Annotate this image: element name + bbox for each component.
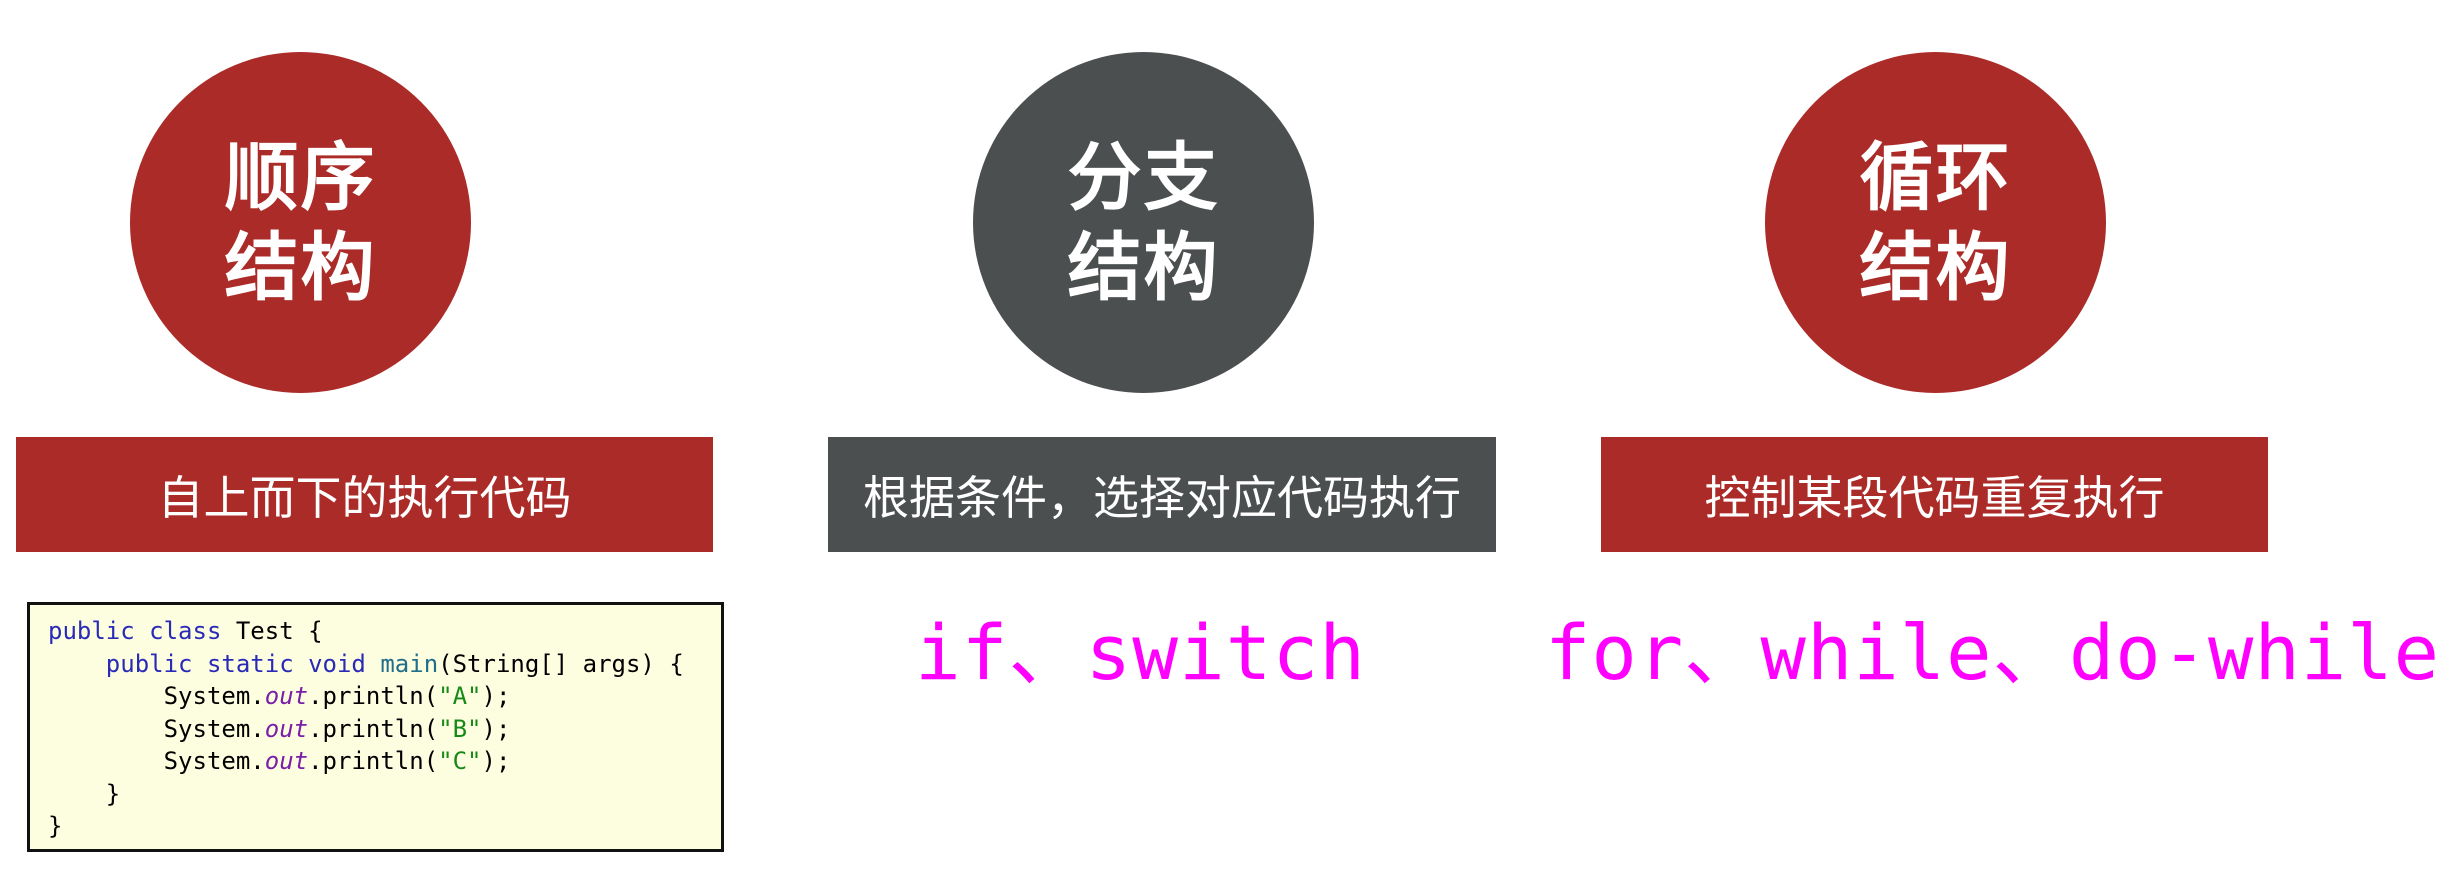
code-line-7: }	[48, 812, 63, 840]
code-text: );	[481, 714, 511, 743]
code-string: "C"	[438, 747, 482, 775]
loop-keywords: for、while、do-while	[1545, 608, 2440, 697]
code-line-4: System.out.println("B");	[48, 713, 721, 746]
sequence-title-line2: 结构	[224, 224, 377, 311]
loop-description-banner: 控制某段代码重复执行	[1601, 437, 2268, 552]
sequence-structure-circle: 顺序 结构	[130, 52, 471, 393]
loop-structure-circle: 循环 结构	[1765, 52, 2106, 393]
code-string: "A"	[438, 682, 482, 710]
code-text: System.	[48, 714, 265, 743]
code-line-6: }	[48, 779, 121, 808]
sequence-description-banner: 自上而下的执行代码	[16, 437, 713, 552]
sequence-title-line1: 顺序	[224, 134, 377, 221]
code-field: out	[264, 714, 309, 743]
code-text: .println(	[308, 714, 439, 743]
code-text: (String[] args) {	[438, 649, 684, 678]
code-text: );	[481, 747, 511, 775]
code-text: Test {	[221, 617, 323, 645]
sequence-code-example: public class Test { public static void m…	[27, 602, 724, 852]
code-keyword: public static void	[105, 649, 366, 678]
loop-title-line2: 结构	[1859, 224, 2012, 311]
code-line-1: public class Test {	[48, 615, 721, 648]
branch-description-banner: 根据条件，选择对应代码执行	[828, 437, 1496, 552]
code-keyword: public class	[48, 617, 222, 645]
code-line-2: public static void main(String[] args) {	[48, 648, 721, 681]
code-method-name: main	[380, 649, 439, 678]
code-text: );	[481, 682, 511, 710]
branch-structure-circle: 分支 结构	[973, 52, 1314, 393]
code-line-3: System.out.println("A");	[48, 680, 721, 713]
code-text: System.	[48, 682, 265, 710]
branch-title-line2: 结构	[1067, 224, 1220, 311]
branch-keywords: if、switch	[915, 608, 1367, 697]
code-text: System.	[48, 747, 265, 775]
loop-title-line1: 循环	[1859, 134, 2012, 221]
code-field: out	[264, 682, 309, 710]
code-line-5: System.out.println("C");	[48, 745, 721, 778]
code-text: .println(	[308, 682, 439, 710]
code-text: .println(	[308, 747, 439, 775]
branch-title-line1: 分支	[1067, 134, 1220, 221]
code-field: out	[264, 747, 309, 775]
code-string: "B"	[438, 714, 482, 743]
